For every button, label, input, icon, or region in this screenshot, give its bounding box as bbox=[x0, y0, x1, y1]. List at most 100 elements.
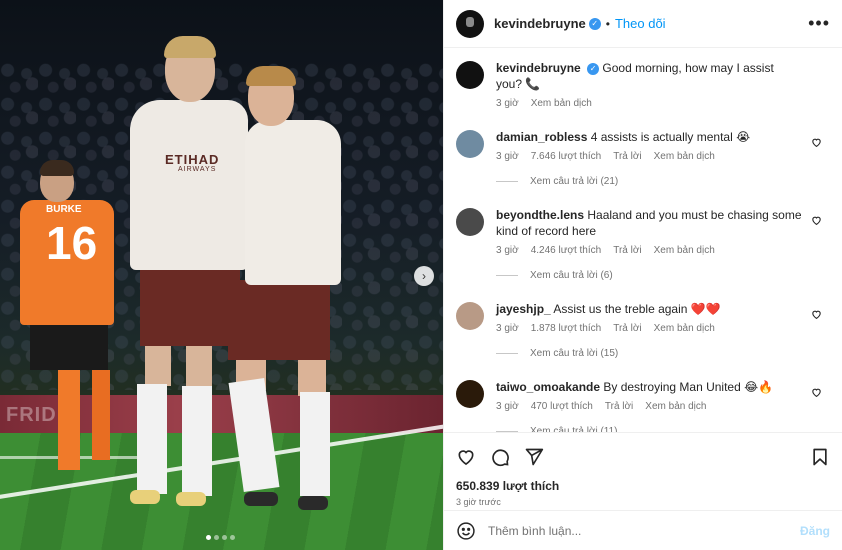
comment-username[interactable]: taiwo_omoakande bbox=[496, 380, 600, 394]
heart-icon[interactable] bbox=[456, 447, 476, 467]
reply-button[interactable]: Trả lời bbox=[613, 245, 641, 256]
player-sock bbox=[137, 384, 167, 494]
comment-list[interactable]: kevindebruyne ✓ Good morning, how may I … bbox=[444, 48, 842, 432]
comment-likes[interactable]: 470 lượt thích bbox=[531, 401, 593, 412]
comment-text: 4 assists is actually mental bbox=[590, 130, 733, 144]
player-shirt bbox=[130, 100, 248, 270]
carousel-dot bbox=[206, 535, 211, 540]
comment-emoji: 😭 bbox=[736, 130, 751, 144]
reply-button[interactable]: Trả lời bbox=[605, 401, 633, 412]
player-leg bbox=[298, 356, 326, 396]
share-icon[interactable] bbox=[524, 447, 544, 467]
caption: kevindebruyne ✓ Good morning, how may I … bbox=[456, 60, 830, 109]
comment: damian_robless 4 assists is actually men… bbox=[456, 129, 830, 187]
comment-body: jayeshjp_ Assist us the treble again ❤️❤… bbox=[496, 301, 830, 359]
comment-text: Assist us the treble again bbox=[553, 302, 688, 316]
translate-link[interactable]: Xem bản dịch bbox=[654, 323, 715, 334]
view-replies-button[interactable]: Xem câu trả lời (15) bbox=[496, 348, 802, 359]
comment-time: 3 giờ bbox=[496, 151, 519, 162]
action-icons bbox=[456, 441, 830, 473]
follow-button[interactable]: Theo dõi bbox=[615, 16, 666, 31]
comment-username[interactable]: damian_robless bbox=[496, 130, 587, 144]
smile-icon[interactable] bbox=[456, 521, 476, 541]
comment-likes[interactable]: 4.246 lượt thích bbox=[531, 245, 602, 256]
caption-body: kevindebruyne ✓ Good morning, how may I … bbox=[496, 60, 830, 109]
comment-text: By destroying Man United bbox=[603, 380, 741, 394]
heart-icon[interactable] bbox=[811, 309, 822, 320]
post-time: 3 giờ trước bbox=[456, 497, 501, 507]
more-icon[interactable]: ••• bbox=[808, 13, 830, 34]
avatar[interactable] bbox=[456, 380, 484, 408]
next-slide-button[interactable]: › bbox=[414, 266, 434, 286]
replies-divider bbox=[496, 353, 518, 354]
verified-badge-icon: ✓ bbox=[587, 63, 600, 75]
translate-link[interactable]: Xem bản dịch bbox=[654, 151, 715, 162]
comment-time: 3 giờ bbox=[496, 323, 519, 334]
like-count[interactable]: 650.839 lượt thích bbox=[456, 479, 830, 493]
player-boot bbox=[244, 492, 278, 506]
reply-button[interactable]: Trả lời bbox=[613, 151, 641, 162]
post-image[interactable]: FRID BURKE 16 ETIHAD AIRWAYS › bbox=[0, 0, 443, 550]
caption-username[interactable]: kevindebruyne bbox=[496, 61, 581, 75]
comment-likes[interactable]: 1.878 lượt thích bbox=[531, 323, 602, 334]
view-replies-label: Xem câu trả lời (21) bbox=[530, 176, 619, 187]
view-replies-label: Xem câu trả lời (15) bbox=[530, 348, 619, 359]
comment: jayeshjp_ Assist us the treble again ❤️❤… bbox=[456, 301, 830, 359]
jersey-number: 16 bbox=[46, 217, 98, 269]
comment-body: taiwo_omoakande By destroying Man United… bbox=[496, 379, 830, 432]
post-actions: 650.839 lượt thích 3 giờ trước bbox=[444, 432, 842, 510]
player-leg bbox=[58, 370, 80, 470]
view-replies-button[interactable]: Xem câu trả lời (6) bbox=[496, 270, 802, 281]
avatar[interactable] bbox=[456, 302, 484, 330]
player-leg bbox=[92, 370, 110, 460]
view-replies-button[interactable]: Xem câu trả lời (11) bbox=[496, 426, 802, 432]
player-boot bbox=[130, 490, 160, 504]
heart-icon[interactable] bbox=[811, 215, 822, 226]
player-hair bbox=[40, 160, 74, 176]
player-shorts bbox=[140, 266, 240, 346]
avatar[interactable] bbox=[456, 130, 484, 158]
avatar[interactable] bbox=[456, 208, 484, 236]
player-hair bbox=[246, 66, 296, 86]
shirt-sponsor-sub: AIRWAYS bbox=[178, 166, 217, 173]
player-shirt bbox=[245, 120, 341, 285]
comment-username[interactable]: jayeshjp_ bbox=[496, 302, 551, 316]
heart-icon[interactable] bbox=[811, 137, 822, 148]
view-replies-button[interactable]: Xem câu trả lời (21) bbox=[496, 176, 802, 187]
player-hair bbox=[164, 36, 216, 58]
phone-emoji: 📞 bbox=[525, 77, 541, 91]
comment-time: 3 giờ bbox=[496, 401, 519, 412]
translate-link[interactable]: Xem bản dịch bbox=[531, 98, 592, 109]
comment-body: damian_robless 4 assists is actually men… bbox=[496, 129, 830, 187]
comments: damian_robless 4 assists is actually men… bbox=[456, 129, 830, 432]
comment-likes[interactable]: 7.646 lượt thích bbox=[531, 151, 602, 162]
bookmark-icon[interactable] bbox=[810, 447, 830, 467]
carousel-dot bbox=[222, 535, 227, 540]
carousel-dot bbox=[230, 535, 235, 540]
heart-icon[interactable] bbox=[811, 387, 822, 398]
player-sock bbox=[300, 392, 330, 496]
avatar[interactable] bbox=[456, 61, 484, 89]
view-replies-label: Xem câu trả lời (11) bbox=[530, 426, 618, 432]
translate-link[interactable]: Xem bản dịch bbox=[654, 245, 715, 256]
board-text: FRID bbox=[6, 404, 57, 426]
replies-divider bbox=[496, 275, 518, 276]
replies-divider bbox=[496, 181, 518, 182]
separator: • bbox=[605, 16, 610, 31]
comment-body: beyondthe.lens Haaland and you must be c… bbox=[496, 207, 830, 281]
jersey-name: BURKE bbox=[46, 204, 82, 215]
post-sidebar: kevindebruyne ✓ • Theo dõi ••• kevindebr… bbox=[443, 0, 842, 550]
translate-link[interactable]: Xem bản dịch bbox=[645, 401, 706, 412]
post-comment-button[interactable]: Đăng bbox=[800, 524, 830, 538]
avatar[interactable] bbox=[456, 9, 484, 38]
comment: beyondthe.lens Haaland and you must be c… bbox=[456, 207, 830, 281]
carousel-dot bbox=[214, 535, 219, 540]
reply-button[interactable]: Trả lời bbox=[613, 323, 641, 334]
comment-icon[interactable] bbox=[490, 447, 510, 467]
comment-input[interactable] bbox=[488, 523, 800, 538]
carousel-indicator bbox=[206, 535, 235, 540]
caption-time: 3 giờ bbox=[496, 98, 519, 109]
comment-username[interactable]: beyondthe.lens bbox=[496, 208, 584, 222]
author-username[interactable]: kevindebruyne bbox=[494, 16, 586, 31]
replies-divider bbox=[496, 431, 518, 432]
